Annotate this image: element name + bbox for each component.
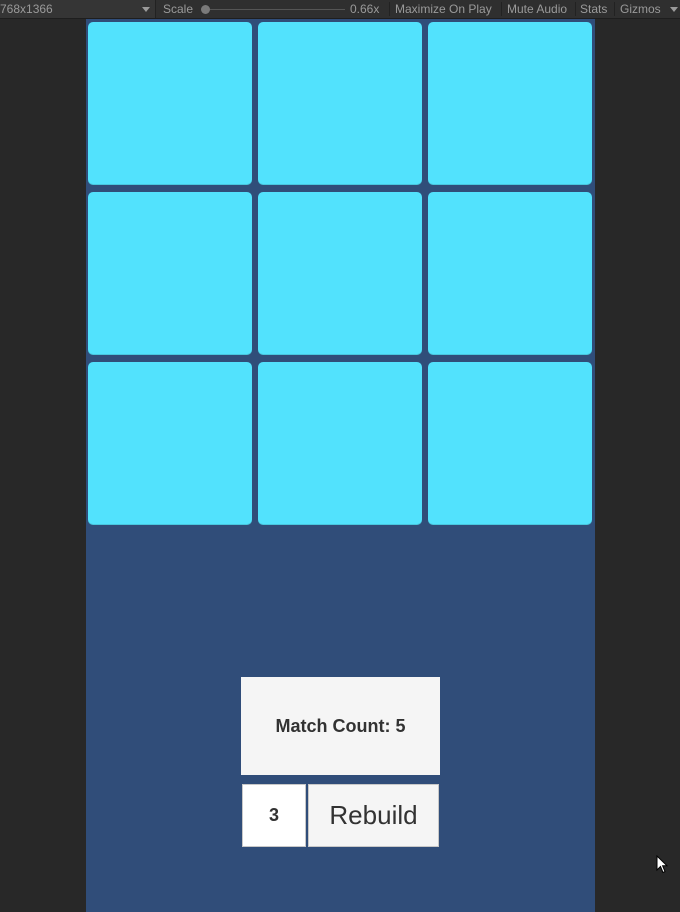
chevron-down-icon[interactable]: [670, 7, 678, 12]
maximize-on-play-toggle[interactable]: Maximize On Play: [395, 0, 492, 18]
scale-slider-track[interactable]: [205, 9, 345, 10]
memory-tile[interactable]: [88, 22, 252, 185]
memory-tile[interactable]: [88, 192, 252, 355]
resolution-label: 768x1366: [0, 2, 53, 16]
grid-size-value: 3: [268, 805, 279, 825]
memory-tile[interactable]: [88, 362, 252, 525]
scale-label: Scale: [163, 2, 194, 16]
stats-toggle[interactable]: Stats: [580, 0, 607, 18]
memory-tile[interactable]: [258, 22, 422, 185]
memory-tile[interactable]: [428, 362, 592, 525]
resolution-dropdown[interactable]: 768x1366: [0, 0, 156, 18]
tile-grid: [88, 22, 593, 526]
mute-audio-toggle[interactable]: Mute Audio: [507, 0, 567, 18]
toolbar-divider: [389, 2, 390, 16]
chevron-down-icon: [142, 7, 150, 12]
toolbar-divider: [614, 2, 615, 16]
grid-size-input[interactable]: 3: [242, 784, 306, 847]
scale-slider-thumb[interactable]: [201, 5, 210, 14]
scale-value: 0.66x: [350, 2, 380, 16]
match-count-label: Match Count: 5: [275, 715, 406, 736]
game-view-toolbar: 768x1366 Scale 0.66x Maximize On Play Mu…: [0, 0, 680, 19]
memory-tile[interactable]: [258, 192, 422, 355]
memory-tile[interactable]: [258, 362, 422, 525]
gizmos-toggle[interactable]: Gizmos: [620, 0, 661, 18]
rebuild-button[interactable]: Rebuild: [308, 784, 439, 847]
mouse-cursor-icon: [656, 854, 669, 880]
rebuild-label: Rebuild: [329, 800, 418, 830]
memory-tile[interactable]: [428, 192, 592, 355]
toolbar-divider: [501, 2, 502, 16]
match-count-panel: Match Count: 5: [241, 677, 440, 775]
game-view: Match Count: 5 3 Rebuild: [86, 19, 595, 912]
memory-tile[interactable]: [428, 22, 592, 185]
toolbar-divider: [575, 2, 576, 16]
